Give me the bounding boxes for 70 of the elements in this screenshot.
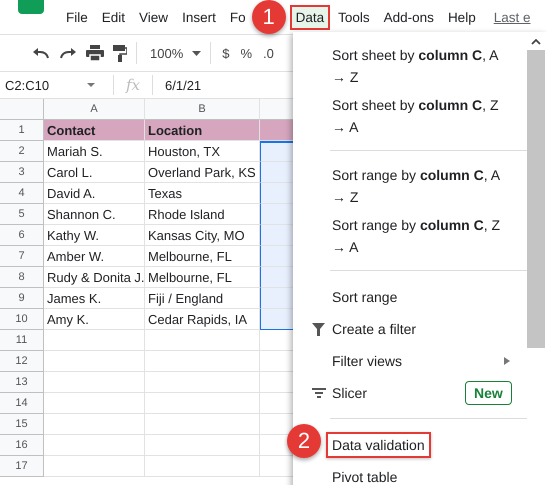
menu-option[interactable]: Slicer <box>326 380 374 406</box>
name-box[interactable]: C2:C10 <box>0 78 87 92</box>
row-header[interactable]: 6 <box>0 225 44 246</box>
menu-option[interactable]: Data validation <box>326 432 431 458</box>
new-badge: New <box>465 381 512 405</box>
row-header[interactable]: 5 <box>0 204 44 225</box>
table-cell: Amber W. <box>44 246 145 267</box>
undo-icon[interactable] <box>32 47 50 59</box>
scrollbar-thumb[interactable] <box>527 50 545 348</box>
menu-item[interactable]: View <box>133 4 174 30</box>
scroll-up-icon[interactable] <box>531 39 541 45</box>
row-header[interactable]: 8 <box>0 267 44 288</box>
row-header[interactable]: 2 <box>0 141 44 162</box>
currency-format-button[interactable]: $ <box>222 46 230 60</box>
table-cell: Location <box>145 120 260 141</box>
filter-icon <box>312 322 325 336</box>
menu-item[interactable]: Tools <box>332 4 376 30</box>
row-header[interactable]: 7 <box>0 246 44 267</box>
menu-option[interactable]: Sort range <box>326 284 404 310</box>
row-header[interactable]: 1 <box>0 120 44 141</box>
table-cell: Amy K. <box>44 309 145 330</box>
percent-format-button[interactable]: % <box>240 46 252 60</box>
row-header[interactable]: 9 <box>0 288 44 309</box>
row-header[interactable]: 10 <box>0 309 44 330</box>
table-cell: James K. <box>44 288 145 309</box>
table-cell: Carol L. <box>44 162 145 183</box>
row-header[interactable]: 12 <box>0 351 44 372</box>
redo-icon[interactable] <box>59 47 77 59</box>
row-header[interactable]: 3 <box>0 162 44 183</box>
menu-option[interactable]: Create a filter <box>326 316 422 342</box>
caret-icon <box>87 83 95 87</box>
menu-option[interactable]: Sort sheet by column C, A → Z <box>326 42 518 90</box>
row-header[interactable]: 17 <box>0 456 44 477</box>
menu-item[interactable]: Data <box>290 4 330 30</box>
menu-option[interactable]: Sort range by column C, Z → A <box>326 212 518 260</box>
table-cell: Contact <box>44 120 145 141</box>
menu-option[interactable]: Filter views <box>326 348 408 374</box>
table-cell: Shannon C. <box>44 204 145 225</box>
decimal-format-button[interactable]: .0 <box>263 46 274 60</box>
menu-item[interactable]: File <box>60 4 94 30</box>
row-header[interactable]: 4 <box>0 183 44 204</box>
table-cell: Rudy & Donita J. <box>44 267 145 288</box>
print-icon[interactable] <box>86 45 104 61</box>
menu-item[interactable]: Help <box>442 4 482 30</box>
table-cell: David A. <box>44 183 145 204</box>
menu-option[interactable]: Sort sheet by column C, Z → A <box>326 92 518 140</box>
caret-icon <box>192 50 202 56</box>
column-header[interactable]: A <box>44 99 145 120</box>
row-header[interactable]: 14 <box>0 393 44 414</box>
paint-format-icon[interactable] <box>113 44 127 62</box>
row-header[interactable]: 13 <box>0 372 44 393</box>
table-cell: Mariah S. <box>44 141 145 162</box>
row-header[interactable]: 16 <box>0 435 44 456</box>
slicer-icon <box>312 388 326 398</box>
callout-badge: 1 <box>252 0 286 34</box>
submenu-arrow-icon <box>504 357 510 365</box>
column-header[interactable]: B <box>145 99 260 120</box>
row-header[interactable]: 15 <box>0 414 44 435</box>
menu-option[interactable]: Sort range by column C, A → Z <box>326 162 518 210</box>
row-header[interactable]: 11 <box>0 330 44 351</box>
zoom-select[interactable]: 100% <box>150 46 184 60</box>
menu-item[interactable]: Edit <box>96 4 132 30</box>
function-label: fx <box>126 76 140 94</box>
menu-item[interactable]: Fo <box>224 4 252 30</box>
menu-item[interactable]: Add-ons <box>378 4 440 30</box>
formula-field[interactable]: 6/1/21 <box>165 78 202 92</box>
last-edit-link[interactable]: Last e <box>494 10 530 24</box>
menu-item[interactable]: Insert <box>176 4 222 30</box>
menu-option[interactable]: Pivot table <box>326 464 404 485</box>
table-cell: Kathy W. <box>44 225 145 246</box>
